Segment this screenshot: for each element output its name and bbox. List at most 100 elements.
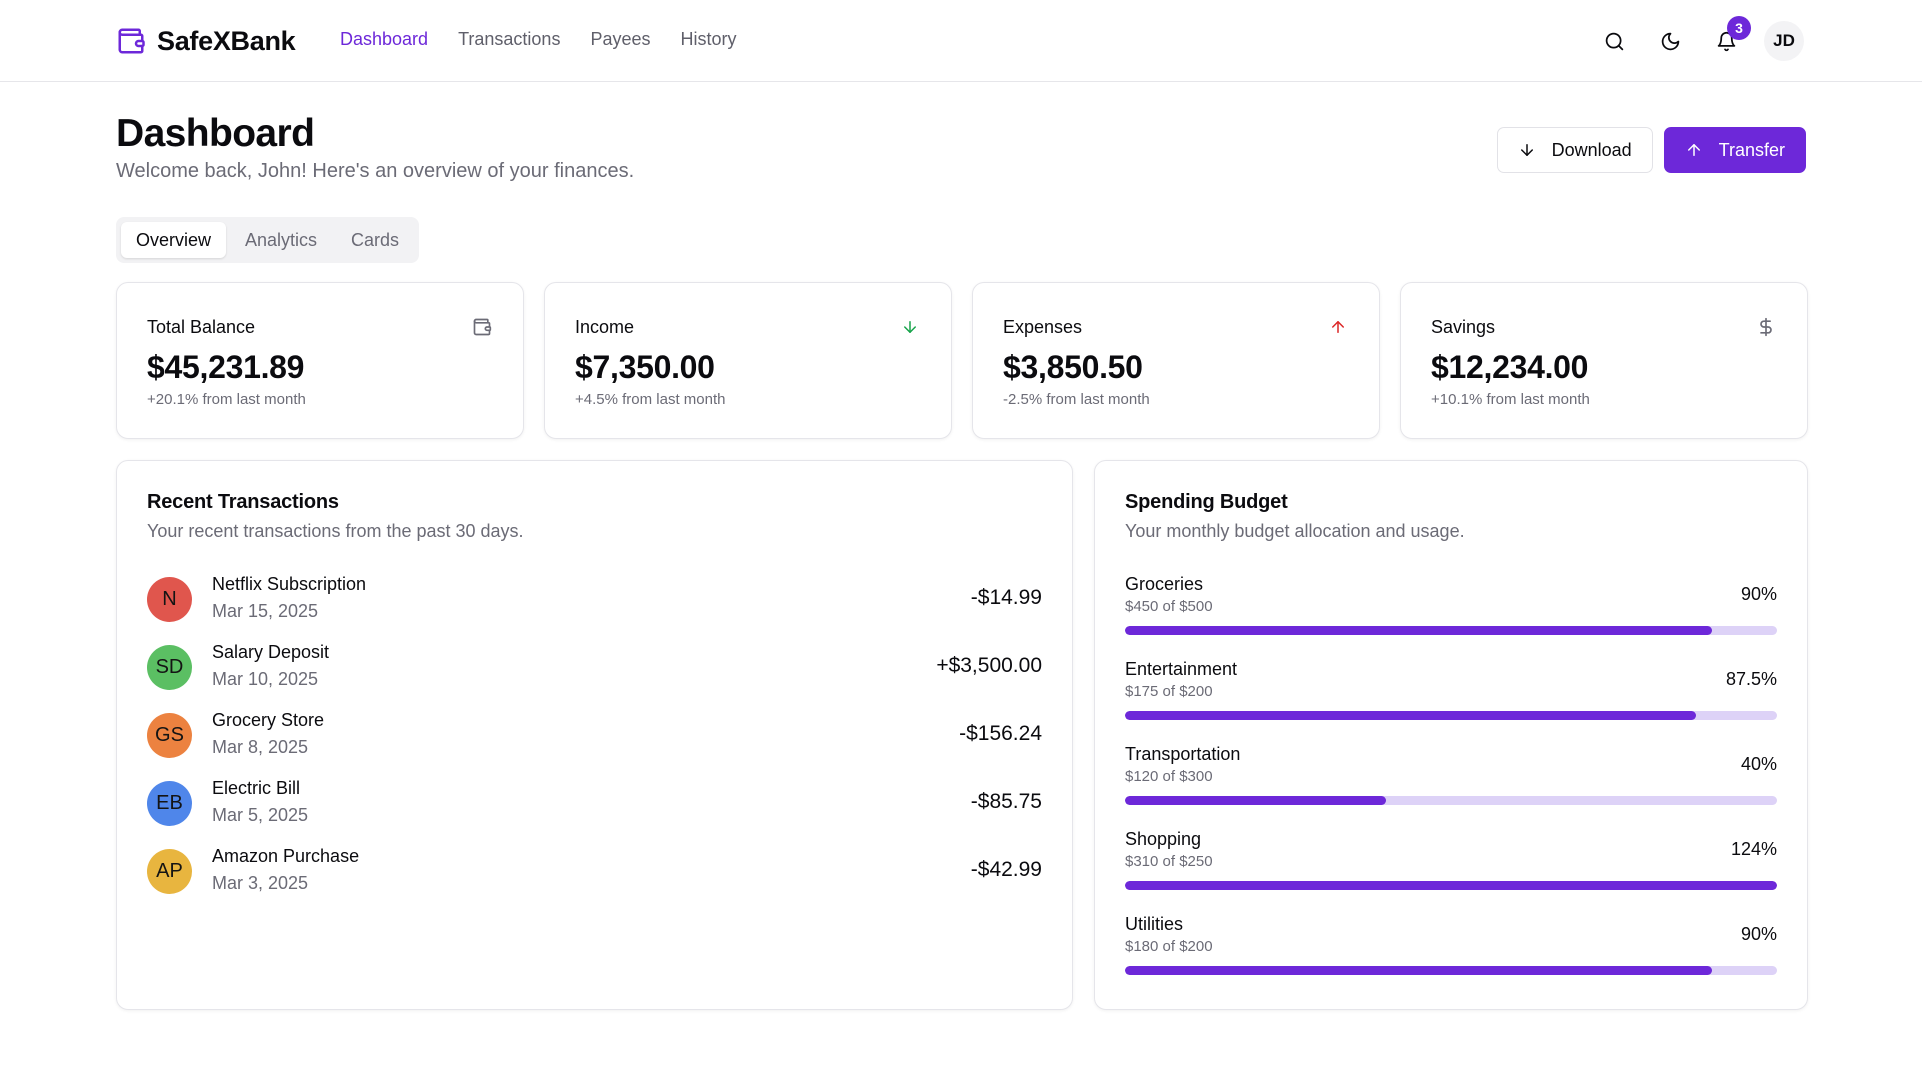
recent-transactions-panel: Recent Transactions Your recent transact…	[116, 460, 1073, 1010]
budget-spent: $175 of $200	[1125, 683, 1213, 700]
user-avatar[interactable]: JD	[1764, 21, 1804, 61]
transaction-name: Salary Deposit	[212, 642, 330, 662]
page-title: Dashboard	[116, 112, 315, 155]
stat-label: Total Balance	[147, 317, 256, 337]
download-button-label: Download	[1551, 139, 1632, 160]
search-icon	[1605, 32, 1623, 50]
budget-category: Transportation	[1125, 744, 1241, 764]
view-tabs: Overview Analytics Cards	[116, 217, 420, 263]
stat-value: $3,850.50	[1003, 349, 1143, 385]
transfer-button[interactable]: Transfer	[1663, 127, 1806, 173]
budget-spent: $450 of $500	[1125, 598, 1213, 615]
transaction-name: Amazon Purchase	[212, 846, 360, 866]
budget-category: Groceries	[1125, 574, 1204, 594]
transaction-date: Mar 3, 2025	[212, 873, 309, 893]
budget-category: Entertainment	[1125, 659, 1238, 679]
panel-description: Your recent transactions from the past 3…	[147, 521, 524, 541]
transaction-name: Grocery Store	[212, 710, 325, 730]
budget-row: Entertainment $175 of $200 87.5%	[1125, 659, 1777, 744]
budget-row: Shopping $310 of $250 124%	[1125, 829, 1777, 914]
budget-row: Groceries $450 of $500 90%	[1125, 574, 1777, 659]
notification-badge: 3	[1727, 16, 1751, 40]
arrow-down-icon	[1520, 144, 1533, 156]
budget-progress-track	[1125, 711, 1777, 720]
stat-card-savings: Savings $12,234.00 +10.1% from last mont…	[1400, 282, 1808, 439]
tab-overview[interactable]: Overview	[121, 222, 227, 258]
transaction-row[interactable]: GS Grocery Store Mar 8, 2025 -$156.24	[147, 707, 1042, 775]
budget-progress-track	[1125, 966, 1777, 975]
panel-description: Your monthly budget allocation and usage…	[1125, 521, 1465, 541]
budget-percent: 90%	[1740, 924, 1777, 944]
top-navbar: SafeXBank Dashboard Transactions Payees …	[0, 0, 1922, 82]
budget-list: Groceries $450 of $500 90% Entertainment $17…	[1125, 574, 1777, 999]
search-button[interactable]	[1596, 23, 1632, 59]
theme-toggle-button[interactable]	[1652, 23, 1688, 59]
budget-percent: 87.5%	[1725, 669, 1777, 689]
brand-name: SafeXBank	[157, 25, 296, 56]
transaction-row[interactable]: AP Amazon Purchase Mar 3, 2025 -$42.99	[147, 843, 1042, 911]
stat-label: Expenses	[1003, 317, 1083, 337]
budget-progress-track	[1125, 796, 1777, 805]
stat-value: $7,350.00	[575, 349, 715, 385]
transaction-list: N Netflix Subscription Mar 15, 2025 -$14.99…	[147, 571, 1042, 911]
notifications-button[interactable]: 3	[1708, 16, 1751, 59]
transaction-avatar: EB	[147, 781, 192, 826]
stat-value: $12,234.00	[1431, 349, 1589, 385]
main-nav: Dashboard Transactions Payees History	[340, 29, 737, 50]
transaction-amount: +$3,500.00	[936, 654, 1042, 677]
stat-value: $45,231.89	[147, 349, 305, 385]
stat-change: +10.1% from last month	[1431, 391, 1590, 408]
transaction-row[interactable]: N Netflix Subscription Mar 15, 2025 -$14.99	[147, 571, 1042, 639]
budget-spent: $310 of $250	[1125, 853, 1213, 870]
transfer-button-label: Transfer	[1718, 139, 1785, 160]
transaction-amount: -$42.99	[970, 858, 1042, 881]
nav-link-transactions[interactable]: Transactions	[458, 29, 560, 50]
budget-percent: 124%	[1730, 839, 1777, 859]
moon-icon	[1661, 32, 1679, 50]
transaction-amount: -$85.75	[970, 790, 1042, 813]
budget-progress-fill	[1125, 626, 1712, 635]
budget-progress-track	[1125, 881, 1777, 890]
budget-category: Shopping	[1125, 829, 1202, 849]
budget-row: Utilities $180 of $200 90%	[1125, 914, 1777, 999]
tab-cards[interactable]: Cards	[336, 222, 414, 258]
transaction-row[interactable]: SD Salary Deposit Mar 10, 2025 +$3,500.00	[147, 639, 1042, 707]
transaction-avatar: GS	[147, 713, 192, 758]
transaction-name: Netflix Subscription	[212, 574, 367, 594]
nav-link-payees[interactable]: Payees	[590, 29, 650, 50]
budget-spent: $120 of $300	[1125, 768, 1213, 785]
budget-progress-fill	[1125, 796, 1386, 805]
stat-change: -2.5% from last month	[1003, 391, 1150, 408]
brand[interactable]: SafeXBank	[116, 25, 296, 56]
budget-progress-fill	[1125, 966, 1712, 975]
download-button[interactable]: Download	[1496, 127, 1653, 173]
wallet-icon	[471, 316, 493, 338]
panel-title: Spending Budget	[1125, 491, 1288, 513]
nav-link-history[interactable]: History	[680, 29, 736, 50]
stat-card-total-balance: Total Balance $45,231.89 +20.1% from las…	[116, 282, 524, 439]
transaction-date: Mar 10, 2025	[212, 669, 319, 689]
tab-analytics[interactable]: Analytics	[230, 222, 332, 258]
wallet-logo-icon	[116, 26, 146, 56]
nav-actions: 3 JD	[1596, 16, 1804, 62]
budget-progress-fill	[1125, 881, 1777, 890]
arrow-down-icon	[899, 316, 921, 338]
transaction-avatar: SD	[147, 645, 192, 690]
spending-budget-panel: Spending Budget Your monthly budget allo…	[1094, 460, 1808, 1010]
panel-title: Recent Transactions	[147, 491, 339, 513]
dollar-icon	[1755, 316, 1777, 338]
page-subtitle: Welcome back, John! Here's an overview o…	[116, 160, 635, 182]
nav-link-dashboard[interactable]: Dashboard	[340, 29, 428, 50]
transaction-date: Mar 5, 2025	[212, 805, 309, 825]
stat-card-income: Income $7,350.00 +4.5% from last month	[544, 282, 952, 439]
transaction-name: Electric Bill	[212, 778, 301, 798]
stat-change: +4.5% from last month	[575, 391, 726, 408]
stat-card-expenses: Expenses $3,850.50 -2.5% from last month	[972, 282, 1380, 439]
budget-category: Utilities	[1125, 914, 1184, 934]
transaction-row[interactable]: EB Electric Bill Mar 5, 2025 -$85.75	[147, 775, 1042, 843]
budget-row: Transportation $120 of $300 40%	[1125, 744, 1777, 829]
transaction-amount: -$156.24	[959, 722, 1042, 745]
stat-label: Savings	[1431, 317, 1496, 337]
transaction-amount: -$14.99	[970, 586, 1042, 609]
transaction-date: Mar 15, 2025	[212, 601, 319, 621]
